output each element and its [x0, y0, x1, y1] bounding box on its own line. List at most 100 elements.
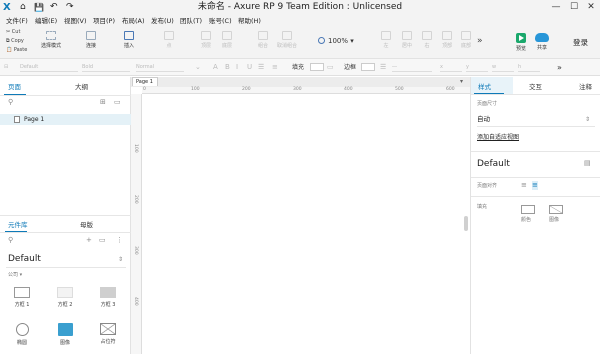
- library-search-icon[interactable]: ⚲: [8, 236, 13, 245]
- cut-button[interactable]: ✂ Cut: [6, 29, 20, 36]
- align-bottom-label: 底部: [460, 43, 471, 49]
- bullet-list-icon[interactable]: ☰: [258, 63, 264, 72]
- add-folder-icon[interactable]: ▭: [114, 98, 121, 107]
- tab-interactions[interactable]: 交互: [529, 83, 542, 92]
- ruler-tick-label: 400: [133, 297, 138, 306]
- add-library-icon[interactable]: +: [86, 236, 92, 245]
- fill-color-swatch[interactable]: [521, 205, 535, 214]
- insert-button[interactable]: 插入: [118, 31, 140, 50]
- align-left-button[interactable]: 左: [375, 31, 397, 50]
- y-position-field[interactable]: y: [466, 63, 488, 72]
- canvas-scrollbar[interactable]: [464, 216, 468, 231]
- connect-button[interactable]: 连接: [80, 31, 102, 50]
- align-right-button[interactable]: 右: [416, 31, 438, 50]
- select-mode-label: 选择模式: [40, 43, 61, 49]
- widget-box2[interactable]: 方框 2: [50, 287, 80, 309]
- widget-ellipse[interactable]: 椭圆: [7, 323, 37, 347]
- library-select[interactable]: Default: [8, 254, 41, 265]
- tab-list-arrow-icon[interactable]: ▾: [460, 78, 463, 86]
- combine-button[interactable]: 组合: [252, 31, 274, 50]
- style-manager-icon[interactable]: ▤: [584, 159, 591, 168]
- menu-account[interactable]: 账号(C): [209, 16, 232, 26]
- x-position-field[interactable]: x: [440, 63, 462, 72]
- search-icon[interactable]: ⚲: [8, 98, 13, 107]
- border-style-select[interactable]: ―: [392, 63, 432, 72]
- bottom-layer-button[interactable]: 底层: [216, 31, 238, 50]
- menu-team[interactable]: 团队(T): [180, 16, 202, 26]
- maximize-button[interactable]: ☐: [566, 1, 582, 13]
- tab-style[interactable]: 样式: [478, 83, 491, 92]
- library-select-arrow-icon[interactable]: ⇕: [118, 255, 123, 264]
- align-bottom-button[interactable]: 底部: [455, 31, 477, 50]
- align-right-label: 右: [424, 43, 430, 49]
- close-button[interactable]: ✕: [583, 1, 599, 13]
- border-width-icon[interactable]: ☰: [380, 63, 386, 72]
- widget-box1[interactable]: 方框 1: [7, 287, 37, 309]
- menu-project[interactable]: 项目(P): [93, 16, 115, 26]
- connect-label: 连接: [85, 43, 96, 49]
- width-field[interactable]: w: [492, 63, 514, 72]
- box3-shape: [100, 287, 116, 298]
- font-color-icon[interactable]: A: [213, 63, 218, 72]
- login-button[interactable]: 登录: [573, 38, 588, 48]
- menu-view[interactable]: 视图(V): [64, 16, 87, 26]
- design-canvas[interactable]: [131, 77, 470, 354]
- bold-icon[interactable]: B: [225, 63, 230, 72]
- library-group-label[interactable]: 公司 ▾: [8, 272, 22, 279]
- italic-icon[interactable]: I: [236, 63, 238, 72]
- border-color-swatch[interactable]: [361, 63, 375, 71]
- tab-pages[interactable]: 页面: [8, 83, 21, 92]
- top-layer-button[interactable]: 顶层: [195, 31, 217, 50]
- add-adaptive-view-link[interactable]: 添加自适应视图: [477, 133, 519, 142]
- tab-library[interactable]: 元件库: [8, 221, 28, 230]
- underline-icon[interactable]: U: [247, 63, 252, 72]
- font-family-select[interactable]: Default: [20, 63, 78, 72]
- page-list-item[interactable]: Page 1: [0, 114, 131, 125]
- align-left-label: 左: [383, 43, 389, 49]
- fill-color-swatch[interactable]: [310, 63, 324, 71]
- tab-masters[interactable]: 母版: [80, 221, 93, 230]
- paste-button[interactable]: 📋 Paste: [6, 47, 27, 54]
- library-menu-icon[interactable]: ⋮: [116, 236, 123, 245]
- align-center-page-icon[interactable]: ≡: [532, 181, 538, 190]
- point-button[interactable]: 点: [158, 31, 180, 50]
- page-size-arrow-icon[interactable]: ⇕: [585, 115, 590, 124]
- shadow-icon[interactable]: ▭: [327, 63, 334, 72]
- menu-publish[interactable]: 发布(U): [151, 16, 174, 26]
- minimize-button[interactable]: —: [548, 1, 564, 13]
- widget-image[interactable]: 图像: [50, 323, 80, 347]
- style-name[interactable]: Default: [477, 158, 510, 170]
- text-align-icon[interactable]: ≡: [272, 63, 278, 72]
- page-size-select[interactable]: 自动: [477, 115, 490, 124]
- widget-label: 方框 2: [57, 302, 73, 308]
- share-button[interactable]: 共享: [532, 33, 552, 52]
- toolbar-more-icon[interactable]: »: [477, 36, 483, 46]
- menu-edit[interactable]: 编辑(E): [35, 16, 57, 26]
- height-field[interactable]: h: [518, 63, 540, 72]
- format-painter-icon[interactable]: ⊟: [4, 63, 18, 72]
- library-folder-icon[interactable]: ▭: [99, 236, 106, 245]
- align-center-button[interactable]: 居中: [396, 31, 418, 50]
- canvas-page-tab[interactable]: Page 1: [132, 77, 158, 86]
- font-size-stepper[interactable]: ⌄: [195, 63, 201, 72]
- menu-help[interactable]: 帮助(H): [238, 16, 261, 26]
- widget-placeholder[interactable]: 占位符: [93, 323, 123, 346]
- preview-button[interactable]: 预览: [511, 33, 531, 53]
- align-left-page-icon[interactable]: ≡: [521, 181, 527, 190]
- zoom-control[interactable]: 100% ▾: [318, 36, 354, 46]
- ungroup-button[interactable]: 取消组合: [276, 31, 298, 50]
- menu-file[interactable]: 文件(F): [6, 16, 28, 26]
- fill-image-icon[interactable]: [549, 205, 563, 214]
- box1-shape: [14, 287, 30, 298]
- copy-button[interactable]: ⧉ Copy: [6, 38, 24, 45]
- select-mode-button[interactable]: 选择模式: [40, 31, 62, 50]
- ungroup-label: 取消组合: [276, 43, 297, 49]
- stylebar-more-icon[interactable]: »: [557, 63, 562, 72]
- menu-arrange[interactable]: 布局(A): [122, 16, 145, 26]
- add-page-icon[interactable]: ⊞: [100, 98, 106, 107]
- font-weight-select[interactable]: Bold: [82, 63, 130, 72]
- widget-box3[interactable]: 方框 3: [93, 287, 123, 309]
- tab-outline[interactable]: 大纲: [75, 83, 88, 92]
- font-size-select[interactable]: Normal: [136, 63, 184, 72]
- tab-notes[interactable]: 注释: [579, 83, 592, 92]
